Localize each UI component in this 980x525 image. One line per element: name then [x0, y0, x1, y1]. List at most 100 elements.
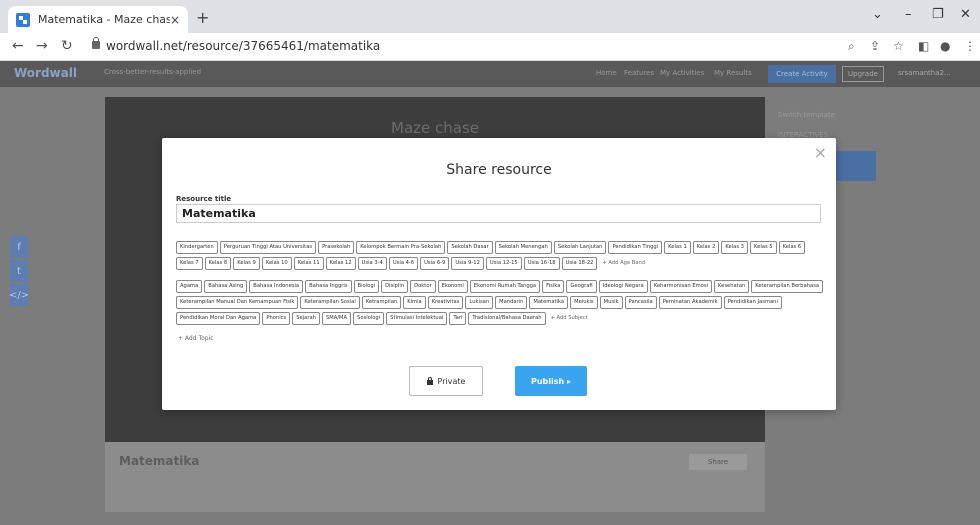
publish-button[interactable]: Publish ▸ [515, 366, 587, 396]
add-age-band-link[interactable]: + Add Age Band [599, 257, 648, 270]
nav-home[interactable]: Home [596, 69, 617, 77]
age-band-tag[interactable]: Sekolah Menengah [494, 241, 552, 254]
age-band-tag[interactable]: Kelas 8 [204, 257, 232, 270]
subject-tag[interactable]: Sejarah [292, 312, 320, 325]
embed-icon[interactable]: </> [9, 284, 29, 306]
subject-tag[interactable]: Bahasa Inggris [305, 280, 352, 293]
age-band-tag[interactable]: Usia 12-15 [485, 257, 522, 270]
age-band-tag[interactable]: Sekolah Dasar [447, 241, 493, 254]
create-activity-button[interactable]: Create Activity [768, 65, 836, 83]
subject-tag[interactable]: Keterampilan Manual Dan Kemampuan Fisik [176, 296, 299, 309]
subject-tag[interactable]: Peminatan Akademik [658, 296, 722, 309]
subject-tag[interactable]: Kreativitas [427, 296, 464, 309]
subject-tag[interactable]: Keharmonisan Emosi [649, 280, 712, 293]
age-band-tag[interactable]: Usia 16-18 [523, 257, 560, 270]
subject-tag[interactable]: Mandarin [495, 296, 528, 309]
maximize-icon[interactable]: ❐ [932, 7, 944, 22]
subject-tag[interactable]: Biologi [353, 280, 380, 293]
menu-icon[interactable]: ⋮ [964, 39, 976, 53]
share-button[interactable]: Share [689, 454, 747, 470]
twitter-icon[interactable]: t [10, 260, 28, 282]
subject-tag[interactable]: Musik [599, 296, 623, 309]
bookmark-star-icon[interactable]: ☆ [893, 39, 904, 53]
modal-close-icon[interactable]: × [814, 143, 827, 162]
subject-tag[interactable]: Agama [176, 280, 203, 293]
age-band-tag[interactable]: Usia 6-9 [420, 257, 450, 270]
reload-icon[interactable]: ↻ [61, 38, 73, 54]
new-tab-button[interactable]: + [196, 8, 209, 27]
window-close-icon[interactable]: ✕ [960, 7, 971, 22]
nav-features[interactable]: Features [624, 69, 654, 77]
age-band-tag[interactable]: Kelas 9 [233, 257, 260, 270]
add-topic-link[interactable]: + Add Topic [178, 335, 214, 342]
age-band-tag[interactable]: Kelas 2 [692, 241, 720, 254]
subject-tag[interactable]: Tari [449, 312, 467, 325]
subject-tag[interactable]: Ketrampilan [361, 296, 402, 309]
subject-tag[interactable]: Melukis [570, 296, 598, 309]
user-menu[interactable]: srsamantha2... [898, 69, 951, 77]
wordwall-logo[interactable]: Wordwall [14, 66, 77, 80]
upgrade-button[interactable]: Upgrade [842, 66, 884, 82]
subject-tag[interactable]: Ekonomi [437, 280, 468, 293]
facebook-icon[interactable]: f [10, 236, 28, 258]
sidepanel-icon[interactable]: ◧ [918, 39, 929, 53]
nav-my-activities[interactable]: My Activities [660, 69, 704, 77]
age-band-tag[interactable]: Perguruan Tinggi Atau Universitas [219, 241, 317, 254]
subject-tag[interactable]: SMA/MA [321, 312, 352, 325]
subject-tag[interactable]: Tradisional/Bahasa Daerah [468, 312, 546, 325]
age-band-tag[interactable]: Usia 3-4 [357, 257, 387, 270]
subject-tag[interactable]: Kimia [403, 296, 426, 309]
subject-tag[interactable]: Keterampilan Berbahasa [751, 280, 824, 293]
minimize-icon[interactable]: – [905, 7, 912, 22]
subject-tag[interactable]: Kesehatan [713, 280, 750, 293]
subject-tag[interactable]: Keterampilan Sosial [300, 296, 360, 309]
age-band-tag[interactable]: Prasekolah [318, 241, 355, 254]
age-band-tag[interactable]: Kelas 3 [721, 241, 748, 254]
subject-tag[interactable]: Bahasa Asing [204, 280, 248, 293]
subject-tag[interactable]: Fisika [542, 280, 565, 293]
private-button[interactable]: Private [409, 366, 483, 396]
age-band-tag[interactable]: Kelas 10 [261, 257, 292, 270]
subject-tag[interactable]: Geografi [566, 280, 597, 293]
secure-lock-icon[interactable] [92, 37, 100, 49]
subject-tag[interactable]: Sosiologi [353, 312, 385, 325]
forward-icon[interactable]: → [36, 38, 48, 54]
share-icon[interactable]: ⇪ [870, 39, 880, 53]
subject-tag[interactable]: Doktor [410, 280, 436, 293]
age-band-tag[interactable]: Pendidikan Tinggi [608, 241, 663, 254]
age-band-tag[interactable]: Usia 4-6 [388, 257, 419, 270]
subject-tag[interactable]: Pendidikan Moral Dan Agama [176, 312, 261, 325]
tab-search-icon[interactable]: ⌄ [872, 7, 883, 22]
subject-tag[interactable]: Stimulasi Intelektual [386, 312, 448, 325]
subject-tag[interactable]: Matematika [529, 296, 569, 309]
browser-tab[interactable]: Matematika - Maze chase × [8, 6, 188, 33]
subject-tag[interactable]: Lukisan [465, 296, 494, 309]
age-band-tag[interactable]: Kelas 5 [749, 241, 777, 254]
age-band-tag[interactable]: Usia 18-22 [561, 257, 598, 270]
age-band-tag[interactable]: Kindergarten [176, 241, 218, 254]
age-band-tag[interactable]: Kelas 6 [778, 241, 806, 254]
profile-icon[interactable]: ● [940, 39, 950, 53]
subject-tag[interactable]: Ideologi Negara [598, 280, 648, 293]
tab-close-icon[interactable]: × [170, 13, 180, 27]
subject-tag[interactable]: Pancasila [624, 296, 657, 309]
subject-tag[interactable]: Pendidikan Jasmani [723, 296, 782, 309]
age-band-tag[interactable]: Usia 9-12 [451, 257, 484, 270]
zoom-icon[interactable]: ⌕ [848, 39, 855, 54]
subject-tag[interactable]: Disiplin [381, 280, 409, 293]
add-subject-link[interactable]: + Add Subject [548, 312, 591, 325]
subject-tag[interactable]: Phonics [262, 312, 291, 325]
age-band-tag[interactable]: Sekolah Lanjutan [553, 241, 607, 254]
resource-title-input[interactable]: Matematika [176, 204, 821, 223]
age-band-tag[interactable]: Kelompok Bermain Pra-Sekolah [356, 241, 446, 254]
age-band-tag[interactable]: Kelas 11 [293, 257, 324, 270]
nav-my-results[interactable]: My Results [714, 69, 752, 77]
url-field[interactable]: wordwall.net/resource/37665461/matematik… [106, 39, 380, 53]
back-icon[interactable]: ← [12, 38, 24, 54]
resource-title-label: Resource title [176, 195, 232, 203]
age-band-tag[interactable]: Kelas 7 [176, 257, 203, 270]
subject-tag[interactable]: Bahasa Indonesia [249, 280, 304, 293]
age-band-tag[interactable]: Kelas 1 [664, 241, 691, 254]
age-band-tag[interactable]: Kelas 12 [325, 257, 356, 270]
subject-tag[interactable]: Ekonomi Rumah Tangga [469, 280, 541, 293]
